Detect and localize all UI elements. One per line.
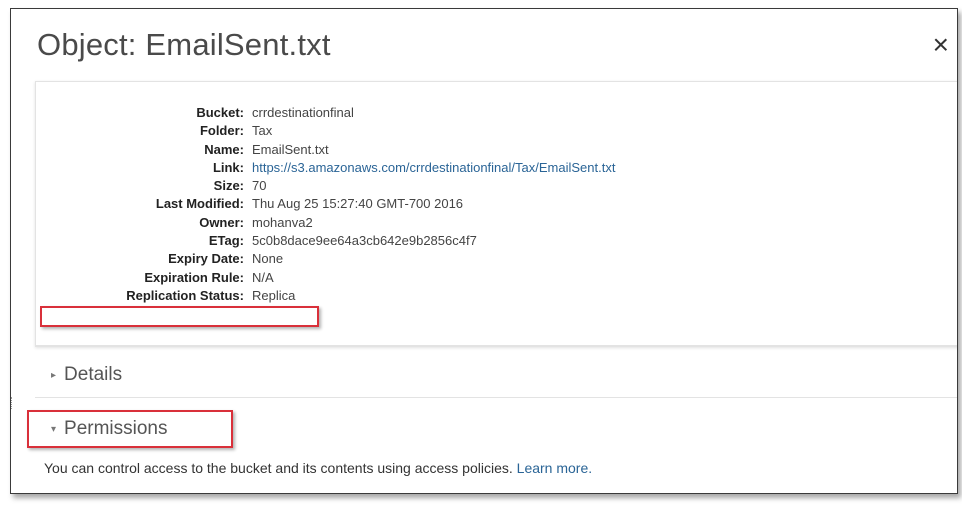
- name-value: EmailSent.txt: [252, 141, 329, 157]
- object-link[interactable]: https://s3.amazonaws.com/crrdestinationf…: [252, 160, 615, 175]
- dialog-title: Object: EmailSent.txt: [37, 27, 331, 62]
- details-section: ▸ Details: [35, 345, 957, 396]
- permissions-description: You can control access to the bucket and…: [44, 460, 592, 476]
- etag-value: 5c0b8dace9ee64a3cb642e9b2856c4f7: [252, 233, 477, 249]
- link-value: https://s3.amazonaws.com/crrdestinationf…: [252, 159, 615, 177]
- last-modified-label: Last Modified:: [155, 196, 244, 212]
- expiration-rule-label: Expiration Rule:: [144, 269, 244, 285]
- close-icon[interactable]: ×: [933, 31, 949, 59]
- bucket-value: crrdestinationfinal: [252, 105, 354, 120]
- permissions-highlight: [27, 410, 233, 448]
- link-label: Link:: [212, 159, 244, 175]
- owner-value: mohanva2: [252, 214, 313, 230]
- properties-list: Bucket: crrdestinationfinal Folder: Tax …: [46, 104, 615, 305]
- expiry-date-label: Expiry Date:: [168, 251, 244, 267]
- replication-status-label: Replication Status:: [126, 287, 244, 303]
- side-divider-mark: [11, 397, 15, 409]
- etag-label: ETag:: [208, 233, 244, 249]
- replication-status-value: Replica: [252, 287, 296, 303]
- last-modified-value: Thu Aug 25 15:27:40 GMT-700 2016: [252, 196, 464, 212]
- properties-card: Bucket: crrdestinationfinal Folder: Tax …: [35, 81, 957, 347]
- learn-more-link[interactable]: Learn more.: [517, 460, 592, 476]
- expiry-date-value: None: [252, 251, 284, 267]
- replication-status-highlight: [40, 306, 319, 327]
- expiration-rule-value: N/A: [252, 269, 274, 285]
- name-label: Name:: [204, 141, 244, 157]
- size-value: 70: [252, 178, 267, 194]
- owner-label: Owner:: [199, 214, 244, 230]
- folder-value: Tax: [252, 123, 273, 139]
- size-label: Size:: [213, 178, 244, 194]
- folder-label: Folder:: [199, 123, 244, 139]
- caret-right-icon: ▸: [51, 369, 57, 381]
- details-toggle[interactable]: ▸ Details: [51, 364, 122, 386]
- permissions-description-text: You can control access to the bucket and…: [44, 460, 513, 476]
- details-label: Details: [64, 364, 123, 385]
- bucket-label: Bucket:: [196, 105, 244, 120]
- object-dialog: Object: EmailSent.txt × Bucket: crrdesti…: [10, 8, 958, 494]
